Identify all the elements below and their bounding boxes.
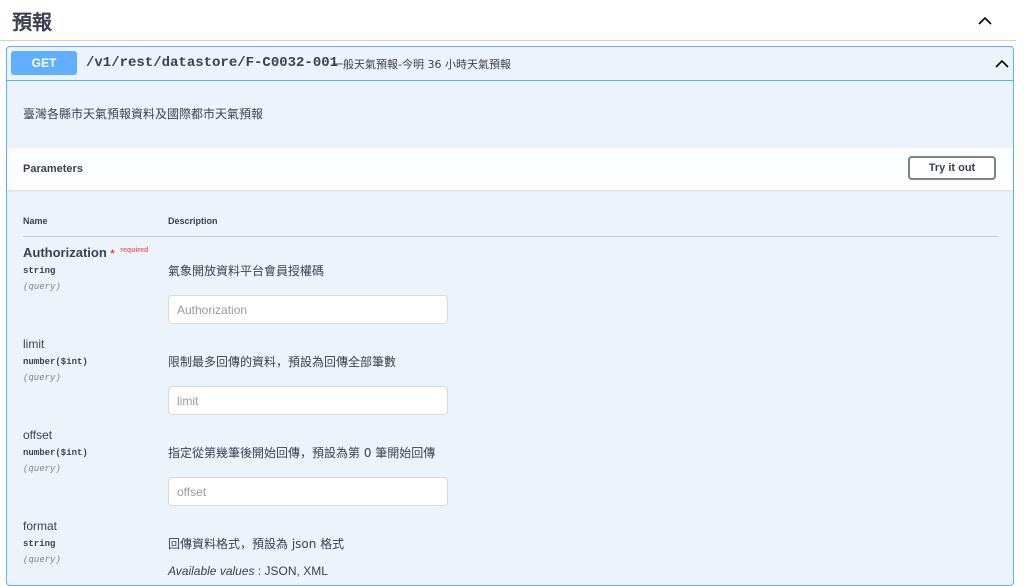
operation-summary[interactable]: GET /v1/rest/datastore/F-C0032-001 一般天氣預…	[7, 47, 1013, 81]
method-badge: GET	[11, 51, 77, 75]
operation-path: /v1/rest/datastore/F-C0032-001	[86, 55, 339, 71]
operation-summary-text: 一般天氣預報-今明 36 小時天氣預報	[332, 58, 511, 71]
authorization-input[interactable]	[168, 295, 448, 324]
param-name-format: format	[23, 519, 58, 533]
param-location: (query)	[23, 555, 61, 565]
param-type: number($int)	[23, 357, 88, 367]
available-values: Available values : JSON, XML	[168, 564, 328, 578]
limit-input[interactable]	[168, 386, 448, 415]
section-title: 預報	[12, 10, 52, 34]
chevron-up-icon[interactable]	[991, 52, 1013, 74]
chevron-up-icon[interactable]	[973, 8, 997, 32]
parameters-header	[7, 148, 1013, 190]
required-star: *	[110, 248, 115, 260]
param-location: (query)	[23, 373, 61, 383]
required-label: required	[120, 247, 149, 254]
param-name-limit: limit	[23, 337, 45, 351]
param-location: (query)	[23, 464, 61, 474]
column-divider	[23, 236, 998, 237]
column-header-name: Name	[23, 216, 48, 226]
param-type: string	[23, 266, 56, 276]
param-description: 指定從第幾筆後開始回傳，預設為第 0 筆開始回傳	[168, 446, 436, 460]
param-location: (query)	[23, 282, 61, 292]
param-description: 氣象開放資料平台會員授權碼	[168, 264, 325, 278]
param-description: 回傳資料格式，預設為 json 格式	[168, 537, 345, 551]
available-values-label: Available values	[168, 564, 255, 578]
operation-description: 臺灣各縣市天氣預報資料及國際都市天氣預報	[23, 107, 264, 121]
available-values-list: : JSON, XML	[254, 564, 328, 578]
param-type: string	[23, 539, 56, 549]
parameters-title: Parameters	[23, 163, 83, 175]
param-type: number($int)	[23, 448, 88, 458]
param-name-offset: offset	[23, 428, 53, 442]
section-header[interactable]: 預報	[0, 0, 1016, 41]
param-name-authorization: Authorization * required	[23, 245, 149, 260]
param-name-text: Authorization	[23, 245, 107, 260]
param-description: 限制最多回傳的資料，預設為回傳全部筆數	[168, 355, 397, 369]
column-header-description: Description	[168, 216, 218, 226]
try-it-out-button[interactable]: Try it out	[908, 156, 996, 180]
operation-block: GET /v1/rest/datastore/F-C0032-001 一般天氣預…	[6, 46, 1014, 586]
offset-input[interactable]	[168, 477, 448, 506]
